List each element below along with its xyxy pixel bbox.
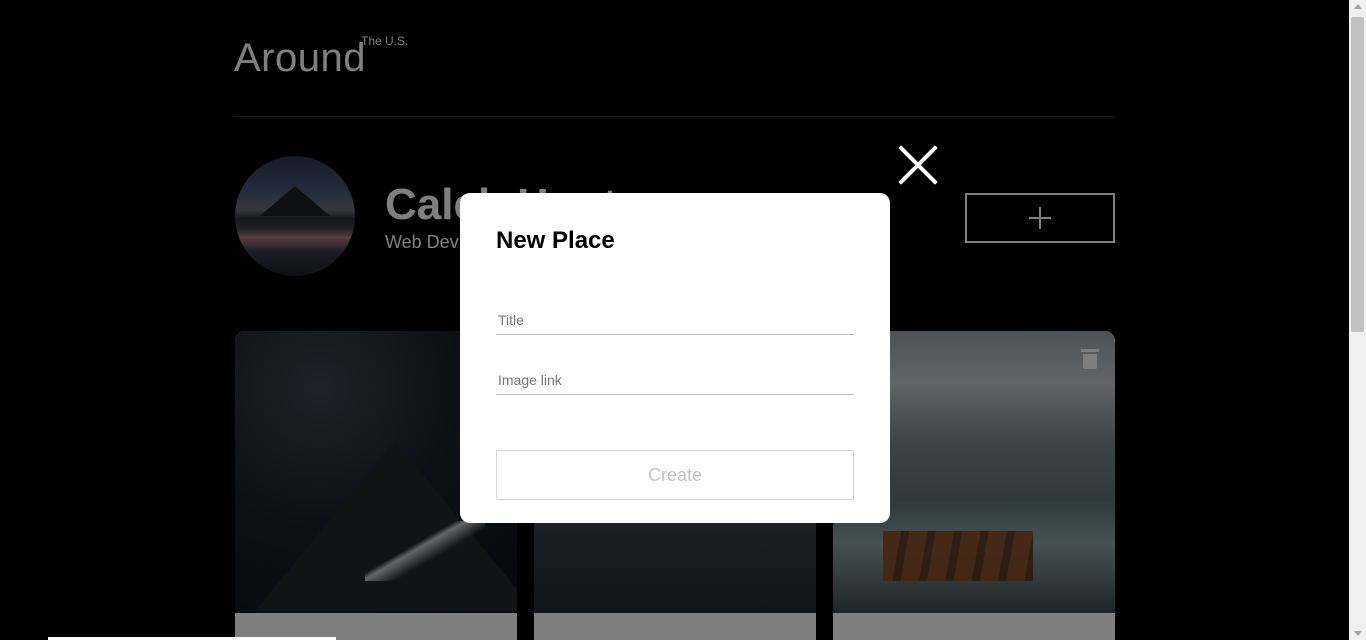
- create-button[interactable]: Create: [496, 450, 854, 500]
- image-link-input[interactable]: [496, 365, 854, 395]
- scrollbar-thumb[interactable]: [1351, 17, 1364, 332]
- scroll-up-icon[interactable]: [1354, 4, 1362, 9]
- new-place-modal: New Place Create: [460, 193, 890, 523]
- scroll-down-icon[interactable]: [1354, 631, 1362, 636]
- close-button[interactable]: [896, 143, 940, 187]
- title-input[interactable]: [496, 305, 854, 335]
- page: Around The U.S. Caleb Hunt Web Dev New P…: [0, 0, 1349, 640]
- modal-title: New Place: [496, 227, 615, 254]
- vertical-scrollbar[interactable]: [1349, 0, 1366, 640]
